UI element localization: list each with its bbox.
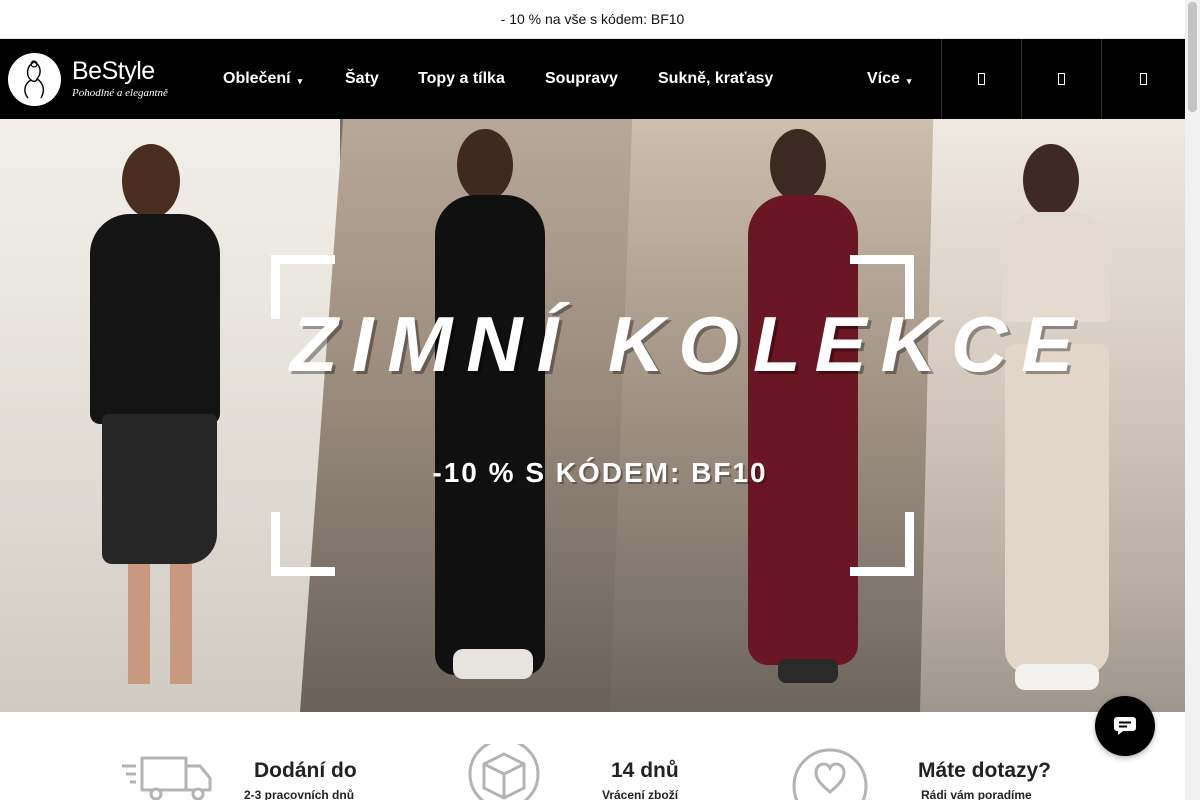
hero-title: ZIMNÍ KOLEKCE: [290, 300, 1088, 388]
user-icon: [1058, 73, 1065, 85]
site-header: BeStyle Pohodlné a elegantně Oblečení ▾ …: [0, 39, 1185, 119]
hero-photo-4: [920, 119, 1185, 712]
brand-tagline: Pohodlné a elegantně: [72, 87, 168, 99]
nav-item-saty[interactable]: Šaty: [345, 39, 379, 119]
frame-corner: [271, 512, 335, 576]
nav-item-label: Více: [867, 70, 900, 87]
nav-item-label: Sukně, kraťasy: [658, 70, 774, 87]
nav-item-obleceni[interactable]: Oblečení ▾: [223, 39, 302, 119]
nav-item-label: Šaty: [345, 70, 379, 87]
logo[interactable]: BeStyle Pohodlné a elegantně: [8, 52, 178, 106]
heart-icon: [792, 748, 868, 800]
return-box-icon: [468, 744, 540, 800]
announcement-bar: - 10 % na vše s kódem: BF10: [0, 0, 1185, 39]
nav-item-topy[interactable]: Topy a tílka: [418, 39, 505, 119]
announcement-text: - 10 % na vše s kódem: BF10: [500, 11, 685, 27]
nav-item-label: Topy a tílka: [418, 70, 505, 87]
brand-name: BeStyle: [72, 57, 155, 85]
hero-photo-2: [300, 119, 660, 712]
frame-corner: [850, 512, 914, 576]
delivery-truck-icon: [122, 756, 212, 800]
search-icon: [978, 73, 985, 85]
feature-title: Máte dotazy?: [918, 759, 1052, 782]
feature-subtitle: 2-3 pracovních dnů: [244, 788, 355, 800]
feature-returns: 14 dnů Vrácení zboží: [466, 712, 726, 800]
feature-subtitle: Rádi vám poradíme: [921, 788, 1032, 800]
search-button[interactable]: [941, 39, 1021, 119]
nav-item-more[interactable]: Více ▾: [867, 39, 911, 119]
scrollbar-thumb[interactable]: [1188, 2, 1197, 112]
feature-delivery: Dodání do 2-3 pracovních dnů: [120, 712, 420, 800]
chevron-down-icon: ▾: [297, 75, 303, 86]
hero-banner[interactable]: ZIMNÍ KOLEKCE -10 % S KÓDEM: BF10: [0, 119, 1185, 712]
nav-item-soupravy[interactable]: Soupravy: [545, 39, 618, 119]
nav-item-sukne[interactable]: Sukně, kraťasy: [658, 39, 773, 119]
account-button[interactable]: [1021, 39, 1101, 119]
hero-photo-1: [0, 119, 340, 712]
chevron-down-icon: ▾: [906, 75, 912, 86]
nav-item-label: Oblečení: [223, 70, 291, 87]
hero-promo: -10 % S KÓDEM: BF10: [432, 457, 768, 488]
feature-title: 14 dnů: [611, 759, 679, 782]
logo-icon: [8, 52, 61, 106]
cart-button[interactable]: [1101, 39, 1185, 119]
features-strip: Dodání do 2-3 pracovních dnů 14 dnů Vrác…: [0, 712, 1185, 800]
feature-support: Máte dotazy? Rádi vám poradíme: [792, 712, 1072, 800]
chat-bubble-icon: [1114, 717, 1136, 735]
cart-icon: [1140, 73, 1147, 85]
feature-subtitle: Vrácení zboží: [602, 788, 679, 800]
chat-button[interactable]: [1095, 696, 1155, 756]
nav-item-label: Soupravy: [545, 70, 618, 87]
scrollbar-track[interactable]: [1185, 0, 1200, 800]
feature-title: Dodání do: [254, 759, 357, 782]
